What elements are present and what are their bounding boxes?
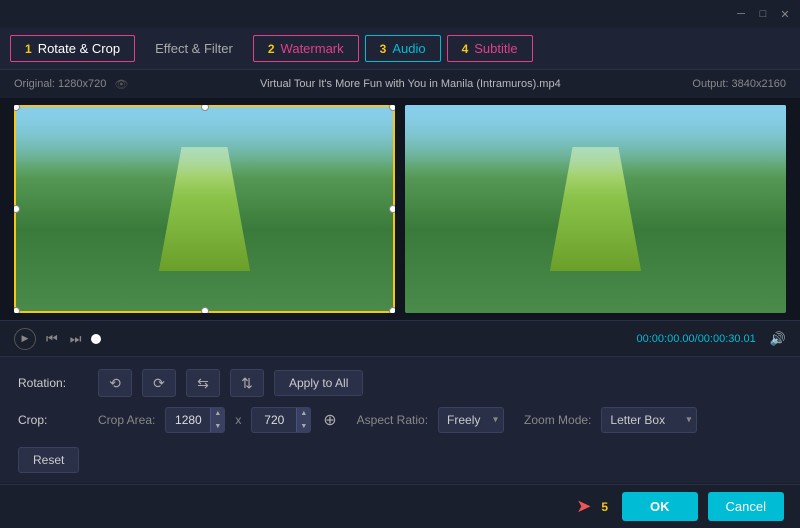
rotate-ccw-button[interactable]: ⟲ bbox=[98, 369, 132, 397]
tab-watermark-label: Watermark bbox=[281, 41, 344, 56]
crop-area-label: Crop Area: bbox=[98, 413, 155, 427]
maximize-button[interactable]: □ bbox=[756, 7, 770, 21]
title-bar: ─ □ ✕ bbox=[0, 0, 800, 28]
tab-bar: 1 Rotate & Crop Effect & Filter 2 Waterm… bbox=[0, 28, 800, 70]
cancel-button[interactable]: Cancel bbox=[708, 492, 784, 521]
tab-num-2: 2 bbox=[268, 42, 275, 56]
minimize-button[interactable]: ─ bbox=[734, 7, 748, 21]
aspect-ratio-label: Aspect Ratio: bbox=[357, 413, 428, 427]
aspect-ratio-select-wrap: Freely 16:9 4:3 1:1 9:16 bbox=[438, 407, 504, 433]
reset-button[interactable]: Reset bbox=[18, 447, 79, 473]
flip-h-icon: ⇆ bbox=[197, 375, 209, 392]
rotate-cw-button[interactable]: ⟳ bbox=[142, 369, 176, 397]
tab-rotate-crop[interactable]: 1 Rotate & Crop bbox=[10, 35, 135, 62]
flip-v-button[interactable]: ⇅ bbox=[230, 369, 264, 397]
left-preview bbox=[14, 105, 395, 313]
play-icon: ▶ bbox=[22, 333, 29, 344]
zoom-mode-select-wrap: Letter Box Pan & Scan Full bbox=[601, 407, 697, 433]
filename: Virtual Tour It's More Fun with You in M… bbox=[128, 78, 692, 90]
original-resolution: Original: 1280x720 bbox=[14, 78, 106, 90]
x-separator: x bbox=[235, 413, 241, 427]
crop-width-down[interactable]: ▼ bbox=[210, 420, 224, 433]
bottom-bar: ➤ 5 OK Cancel bbox=[0, 484, 800, 528]
controls-area: Rotation: ⟲ ⟳ ⇆ ⇅ Apply to All Crop: Cro… bbox=[0, 356, 800, 483]
tab-num-3: 3 bbox=[380, 42, 387, 56]
tab-rotate-crop-label: Rotate & Crop bbox=[38, 41, 120, 56]
prev-frame-button[interactable]: ⏮ bbox=[44, 329, 60, 349]
crop-height-input-wrap: ▲ ▼ bbox=[251, 407, 311, 433]
tab-num-1: 1 bbox=[25, 42, 32, 56]
apply-to-all-button[interactable]: Apply to All bbox=[274, 370, 363, 396]
tab-audio[interactable]: 3 Audio bbox=[365, 35, 441, 62]
tab-effect-filter-label: Effect & Filter bbox=[155, 41, 233, 56]
progress-dot[interactable] bbox=[91, 334, 101, 344]
output-resolution: Output: 3840x2160 bbox=[692, 78, 786, 90]
flip-v-icon: ⇅ bbox=[241, 375, 253, 392]
tab-subtitle-label: Subtitle bbox=[474, 41, 517, 56]
preview-area bbox=[0, 98, 800, 320]
tab-num-4: 4 bbox=[462, 42, 469, 56]
reset-row: Reset bbox=[18, 443, 782, 473]
crop-label: Crop: bbox=[18, 413, 88, 427]
right-preview bbox=[405, 105, 786, 313]
crop-row: Crop: Crop Area: ▲ ▼ x ▲ ▼ ⊕ Aspect Rati… bbox=[18, 407, 782, 433]
ok-button[interactable]: OK bbox=[622, 492, 698, 521]
time-display: 00:00:00.00/00:00:30.01 bbox=[109, 333, 755, 345]
zoom-mode-select[interactable]: Letter Box Pan & Scan Full bbox=[601, 407, 697, 433]
step5-arrow: ➤ bbox=[576, 496, 591, 517]
crop-width-input[interactable] bbox=[166, 413, 210, 427]
crop-width-up[interactable]: ▲ bbox=[210, 407, 224, 420]
close-button[interactable]: ✕ bbox=[778, 7, 792, 21]
play-button[interactable]: ▶ bbox=[14, 328, 36, 350]
playback-bar: ▶ ⏮ ⏭ 00:00:00.00/00:00:30.01 🔊 bbox=[0, 320, 800, 356]
flip-h-button[interactable]: ⇆ bbox=[186, 369, 220, 397]
rotation-row: Rotation: ⟲ ⟳ ⇆ ⇅ Apply to All bbox=[18, 369, 782, 397]
crop-width-arrows: ▲ ▼ bbox=[210, 407, 224, 433]
rotate-ccw-icon: ⟲ bbox=[109, 375, 121, 392]
step5-num: 5 bbox=[601, 500, 608, 514]
tab-effect-filter[interactable]: Effect & Filter bbox=[141, 36, 247, 61]
rotation-label: Rotation: bbox=[18, 376, 88, 390]
volume-icon[interactable]: 🔊 bbox=[770, 331, 786, 347]
crop-height-arrows: ▲ ▼ bbox=[296, 407, 310, 433]
aspect-ratio-select[interactable]: Freely 16:9 4:3 1:1 9:16 bbox=[438, 407, 504, 433]
next-frame-button[interactable]: ⏭ bbox=[68, 329, 84, 349]
crop-height-up[interactable]: ▲ bbox=[296, 407, 310, 420]
tab-subtitle[interactable]: 4 Subtitle bbox=[447, 35, 533, 62]
info-bar: Original: 1280x720 👁 Virtual Tour It's M… bbox=[0, 70, 800, 98]
tab-watermark[interactable]: 2 Watermark bbox=[253, 35, 359, 62]
zoom-mode-label: Zoom Mode: bbox=[524, 413, 591, 427]
crop-height-input[interactable] bbox=[252, 413, 296, 427]
rotate-cw-icon: ⟳ bbox=[153, 375, 165, 392]
crop-center-icon[interactable]: ⊕ bbox=[323, 410, 336, 430]
crop-width-input-wrap: ▲ ▼ bbox=[165, 407, 225, 433]
crop-height-down[interactable]: ▼ bbox=[296, 420, 310, 433]
tab-audio-label: Audio bbox=[392, 41, 425, 56]
total-time: 00:00:30.01 bbox=[698, 333, 756, 345]
current-time: 00:00:00.00 bbox=[637, 333, 695, 345]
